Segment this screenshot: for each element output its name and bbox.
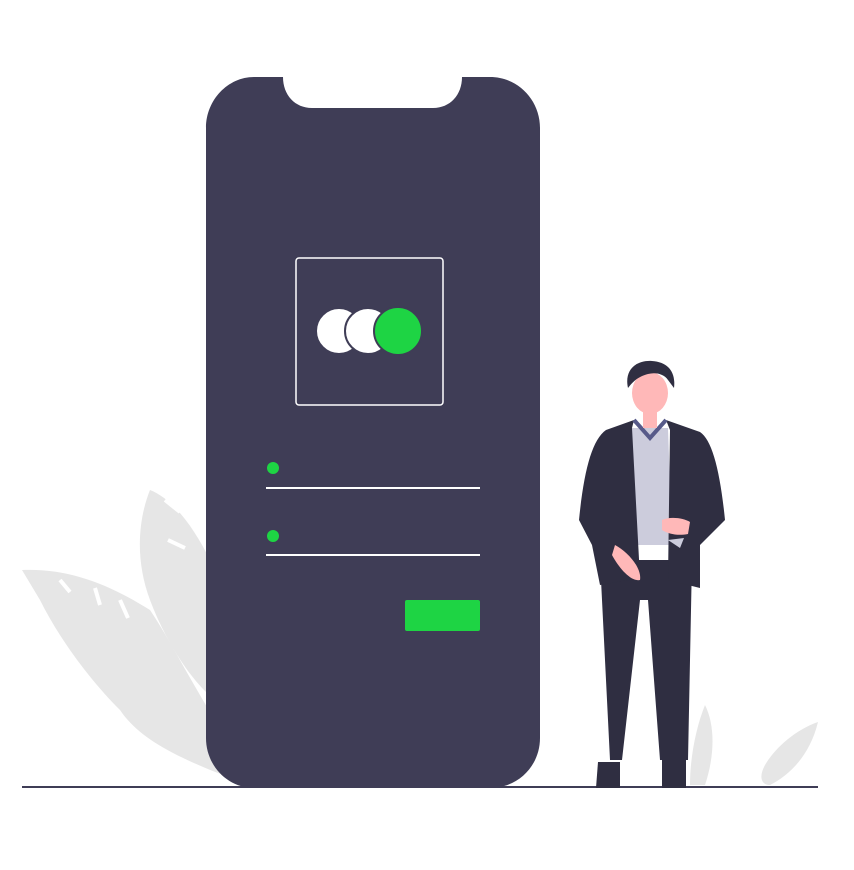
field-indicator-dot	[267, 462, 279, 474]
foliage-right-icon	[690, 705, 818, 785]
submit-button[interactable]	[405, 600, 480, 631]
field-indicator-dot	[267, 530, 279, 542]
overlapping-circles-icon	[315, 306, 423, 356]
phone-device	[206, 77, 540, 788]
illustration-scene	[0, 0, 854, 870]
login-illustration	[22, 77, 818, 788]
